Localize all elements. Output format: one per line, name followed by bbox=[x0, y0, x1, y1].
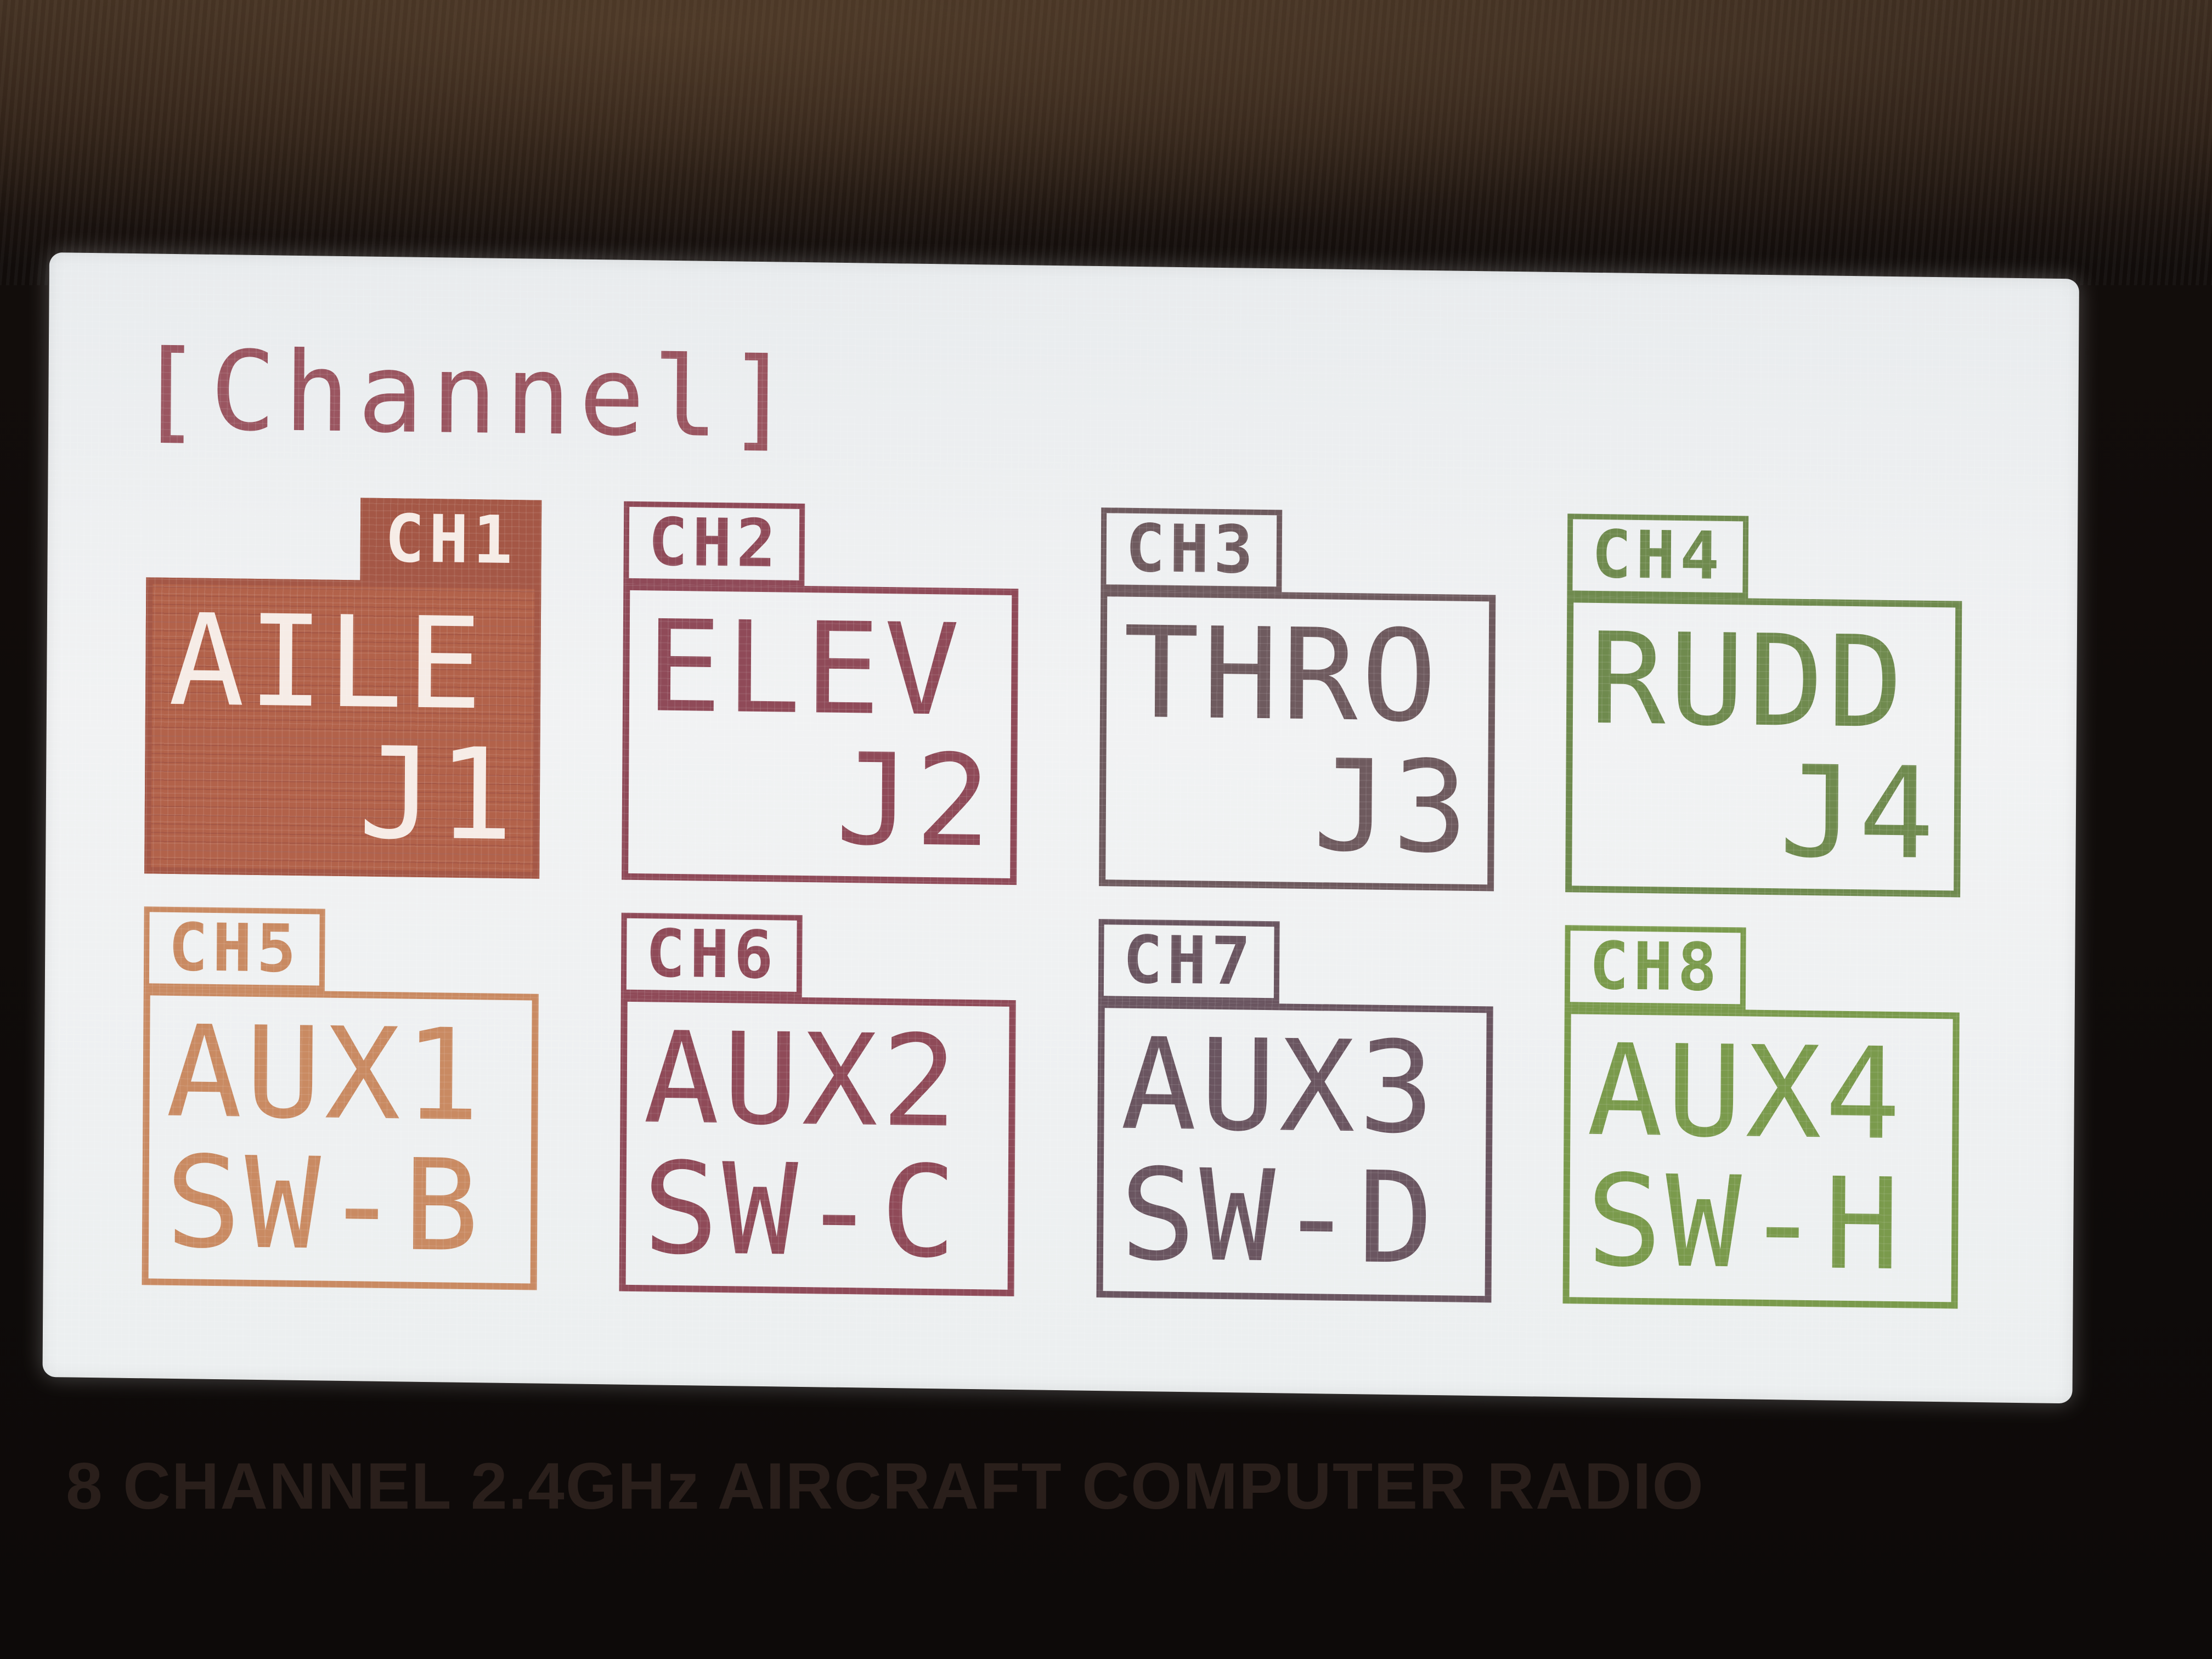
channel-source: SW-C bbox=[642, 1136, 961, 1286]
channel-function: AUX4 bbox=[1587, 1017, 1905, 1169]
device-photo: [Channel] CH1 AILE J1 CH2 ELEV J2 CH3 TH… bbox=[0, 0, 2212, 1659]
device-caption: 8 CHANNEL 2.4GHz AIRCRAFT COMPUTER RADIO bbox=[66, 1449, 1705, 1523]
channel-tab: CH1 bbox=[360, 498, 542, 583]
channel-cell-ch6[interactable]: CH6 AUX2 SW-C bbox=[619, 912, 1016, 1302]
channel-tab: CH2 bbox=[623, 501, 805, 586]
channel-cell-ch1[interactable]: CH1 AILE J1 bbox=[144, 495, 542, 884]
channel-function: AUX2 bbox=[643, 1005, 961, 1156]
channel-tab: CH6 bbox=[620, 912, 803, 997]
channel-function: RUDD bbox=[1589, 606, 1908, 757]
channel-function: ELEV bbox=[645, 594, 964, 744]
channel-tab: CH3 bbox=[1101, 507, 1283, 592]
channel-box[interactable]: AUX1 SW-B bbox=[142, 989, 539, 1290]
channel-tab: CH5 bbox=[143, 906, 325, 991]
channel-source: J4 bbox=[1779, 739, 1938, 888]
channel-box[interactable]: AUX2 SW-C bbox=[619, 995, 1016, 1297]
channel-grid: CH1 AILE J1 CH2 ELEV J2 CH3 THRO J3 CH4 … bbox=[142, 495, 2039, 1342]
channel-function: THRO bbox=[1122, 600, 1441, 751]
screen-title: [Channel] bbox=[136, 326, 800, 463]
channel-box[interactable]: ELEV J2 bbox=[622, 583, 1019, 885]
channel-source: J2 bbox=[835, 726, 995, 876]
lcd-screen: [Channel] CH1 AILE J1 CH2 ELEV J2 CH3 TH… bbox=[42, 252, 2079, 1404]
channel-source: SW-D bbox=[1119, 1142, 1438, 1293]
channel-source: J3 bbox=[1312, 733, 1472, 882]
channel-function: AUX1 bbox=[166, 998, 484, 1150]
channel-tab: CH7 bbox=[1098, 919, 1280, 1004]
channel-source: J1 bbox=[358, 720, 517, 870]
bezel-top bbox=[0, 0, 2212, 285]
channel-box[interactable]: AUX3 SW-D bbox=[1096, 1001, 1493, 1303]
channel-cell-ch8[interactable]: CH8 AUX4 SW-H bbox=[1562, 925, 1960, 1314]
channel-cell-ch5[interactable]: CH5 AUX1 SW-B bbox=[142, 906, 539, 1295]
channel-source: SW-B bbox=[165, 1129, 483, 1280]
channel-box[interactable]: AUX4 SW-H bbox=[1562, 1007, 1960, 1309]
channel-box[interactable]: RUDD J4 bbox=[1565, 596, 1962, 898]
channel-box[interactable]: AILE J1 bbox=[144, 577, 541, 879]
channel-cell-ch3[interactable]: CH3 THRO J3 bbox=[1099, 507, 1496, 896]
channel-cell-ch2[interactable]: CH2 ELEV J2 bbox=[622, 501, 1019, 890]
channel-cell-ch4[interactable]: CH4 RUDD J4 bbox=[1565, 514, 1962, 902]
channel-tab: CH4 bbox=[1567, 514, 1749, 599]
channel-function: AILE bbox=[168, 587, 487, 738]
channel-cell-ch7[interactable]: CH7 AUX3 SW-D bbox=[1096, 919, 1493, 1308]
channel-source: SW-H bbox=[1585, 1148, 1904, 1299]
channel-box[interactable]: THRO J3 bbox=[1099, 590, 1496, 891]
channel-function: AUX3 bbox=[1120, 1011, 1438, 1163]
channel-tab: CH8 bbox=[1564, 925, 1746, 1010]
